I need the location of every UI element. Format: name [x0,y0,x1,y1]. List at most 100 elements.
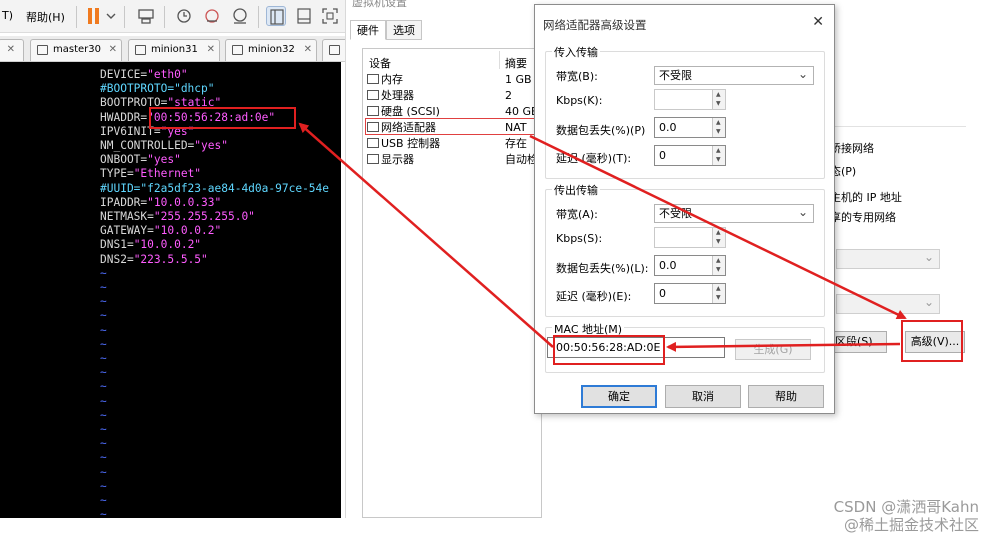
tab-close-partial[interactable]: ✕ [0,39,24,61]
ok-button[interactable]: 确定 [581,385,657,408]
empty-line-marker: ~ [100,337,107,351]
watermark-line: @稀土掘金技术社区 [843,516,979,534]
device-icon [367,106,379,116]
terminal-console[interactable]: DEVICE="eth0" #BOOTPROTO="dhcp" BOOTPROTO=… [0,62,341,518]
revert-snapshot-icon[interactable] [202,6,222,26]
device-icon [367,138,379,148]
empty-line-marker: ~ [100,380,107,394]
tab-minion32[interactable]: minion32 ✕ [225,39,317,61]
column-divider [499,51,500,69]
stepper-arrows[interactable]: ▲ ▼ [712,228,725,247]
outgoing-bandwidth-select[interactable]: 不受限 [654,204,814,223]
bridged-option-label[interactable]: 桥接网络 [830,140,874,156]
menu-item-help[interactable]: 帮助(H) [26,9,65,25]
terminal-line: ONBOOT="yes" [100,153,181,167]
tab-hardware[interactable]: 硬件 [350,20,386,40]
stepper-arrows[interactable]: ▲ ▼ [712,146,725,165]
empty-line-marker: ~ [100,479,107,493]
kbps-label: Kbps(S): [556,232,603,245]
console-view-icon[interactable] [294,6,314,26]
config-value: "yes" [194,139,228,152]
network-adapter-highlight [365,118,541,135]
chevron-down-icon[interactable] [104,6,118,26]
stepper-value: 0.0 [659,121,677,134]
snapshot-icon[interactable] [174,6,194,26]
stepper-arrows[interactable]: ▲ ▼ [712,90,725,109]
device-summary: 1 GB [505,73,532,86]
lan-segment-dropdown[interactable] [836,294,940,314]
incoming-latency-stepper[interactable]: 0 ▲ ▼ [654,145,726,166]
outgoing-packet-loss-stepper[interactable]: 0.0 ▲ ▼ [654,255,726,276]
window-title: 虚拟机设置 [352,0,407,9]
menu-item-partial[interactable]: T) [2,9,13,22]
tab-master30[interactable]: master30 ✕ [30,39,122,61]
device-row[interactable]: 处理器 [367,88,414,104]
stepper-value: 0 [659,287,666,300]
config-value: "10.0.0.2" [133,238,202,252]
config-value: "yes" [147,153,181,167]
empty-line-marker: ~ [100,408,107,422]
incoming-packet-loss-stepper[interactable]: 0.0 ▲ ▼ [654,117,726,138]
device-row[interactable]: 显示器 [367,152,414,168]
config-value: "Ethernet" [133,167,202,181]
vmware-main-window: T) 帮助(H) ✕ master30 ✕ minion31 ✕ minion3… [0,0,352,540]
stepper-arrows[interactable]: ▲ ▼ [712,284,725,303]
advanced-button-annotation-box [901,320,963,362]
config-value: "eth0" [147,68,188,81]
send-keys-icon[interactable] [136,6,156,26]
toolbar-separator [164,6,165,28]
mac-annotation-box [553,335,665,365]
config-key: DNS2= [100,252,134,266]
device-name: 处理器 [381,89,414,102]
empty-line-marker: ~ [100,366,107,380]
close-icon[interactable]: ✕ [7,40,15,60]
fullscreen-icon[interactable] [320,6,340,26]
config-key: #UUID="f2a5df23-ae84-4d0a-97ce-54e [100,181,330,195]
help-button[interactable]: 帮助 [748,385,824,408]
vm-icon [135,45,146,55]
close-icon[interactable]: ✕ [304,40,312,60]
tab-label: minion32 [248,44,295,55]
private-network-option-label[interactable]: 享的专用网络 [830,209,896,225]
outgoing-kbps-stepper[interactable]: ▲ ▼ [654,227,726,248]
config-value: "223.5.5.5" [133,252,208,266]
device-icon [367,90,379,100]
terminal-line: NETMASK="255.255.255.0" [100,210,255,224]
close-icon[interactable]: ✕ [207,40,215,60]
device-icon [367,74,379,84]
custom-network-dropdown[interactable] [836,249,940,269]
kbps-label: Kbps(K): [556,94,603,107]
terminal-line: DEVICE="eth0" [100,68,188,82]
stepper-arrows[interactable]: ▲ ▼ [712,118,725,137]
config-key: NETMASK= [100,210,154,223]
sidebar-view-icon[interactable] [266,6,286,26]
outgoing-latency-stepper[interactable]: 0 ▲ ▼ [654,283,726,304]
close-icon[interactable]: ✕ [812,14,824,30]
lan-segments-button[interactable]: 区段(S)... [831,331,887,353]
incoming-kbps-stepper[interactable]: ▲ ▼ [654,89,726,110]
device-row[interactable]: USB 控制器 [367,136,440,152]
empty-line-marker: ~ [100,295,107,309]
generate-button[interactable]: 生成(G) [735,339,811,360]
device-name: 显示器 [381,153,414,166]
tab-options[interactable]: 选项 [386,20,422,40]
latency-label: 延迟 (毫秒)(T): [556,152,632,165]
config-key: NM_CONTROLLED= [100,139,195,152]
toolbar-separator [76,6,77,28]
device-summary: 存在 [505,137,527,150]
config-key: DNS1= [100,238,134,252]
packet-loss-label: 数据包丢失(%)(P) [556,124,646,137]
stepper-arrows[interactable]: ▲ ▼ [712,256,725,275]
tab-minion31[interactable]: minion31 ✕ [128,39,220,61]
snapshot-manager-icon[interactable] [230,6,250,26]
pause-icon[interactable] [84,6,104,26]
cancel-button[interactable]: 取消 [665,385,741,408]
host-ip-option-label[interactable]: 主机的 IP 地址 [830,189,902,205]
incoming-bandwidth-select[interactable]: 不受限 [654,66,814,85]
device-name: 硬盘 (SCSI) [381,105,440,118]
config-value: "10.0.0.33" [147,195,222,209]
vm-tab-bar: ✕ master30 ✕ minion31 ✕ minion32 ✕ [0,36,352,62]
close-icon[interactable]: ✕ [109,40,117,60]
config-key: TYPE= [100,167,134,181]
device-row[interactable]: 内存 [367,72,403,88]
